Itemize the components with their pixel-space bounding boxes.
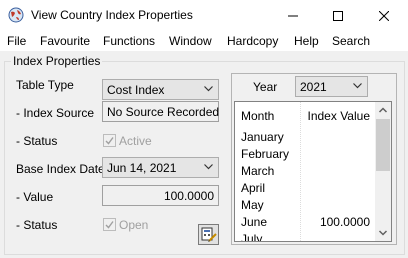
maximize-icon bbox=[333, 10, 343, 21]
globe-icon[interactable] bbox=[8, 7, 24, 23]
grid-header-row: Month Index Value bbox=[235, 107, 374, 124]
year-value: 2021 bbox=[300, 80, 327, 94]
active-checkbox[interactable] bbox=[103, 134, 116, 147]
active-checkbox-label: Active bbox=[119, 134, 152, 148]
menu-hardcopy[interactable]: Hardcopy bbox=[227, 34, 278, 48]
table-row[interactable]: July bbox=[235, 230, 374, 242]
checkmark-icon bbox=[105, 221, 114, 229]
table-row[interactable]: March bbox=[235, 162, 374, 179]
month-column-header: Month bbox=[241, 109, 275, 123]
menu-functions[interactable]: Functions bbox=[103, 34, 155, 48]
open-checkbox[interactable] bbox=[103, 218, 116, 231]
base-index-date-label: Base Index Date bbox=[16, 162, 105, 176]
table-row[interactable]: May bbox=[235, 196, 374, 213]
table-row[interactable]: February bbox=[235, 145, 374, 162]
table-row[interactable]: January bbox=[235, 128, 374, 145]
chevron-down-icon bbox=[353, 83, 362, 89]
edit-calculator-icon bbox=[201, 227, 217, 242]
maximize-button[interactable] bbox=[315, 0, 361, 31]
menu-window[interactable]: Window bbox=[169, 34, 212, 48]
month-cell: June bbox=[241, 215, 268, 229]
edit-button[interactable] bbox=[198, 224, 219, 245]
month-cell: May bbox=[241, 198, 264, 212]
window-title: View Country Index Properties bbox=[31, 8, 193, 22]
base-index-date-value: Jun 14, 2021 bbox=[107, 161, 177, 175]
minimize-button[interactable] bbox=[270, 0, 316, 31]
close-icon bbox=[379, 10, 389, 21]
index-value-cell[interactable]: 100.0000 bbox=[320, 215, 370, 229]
minimize-icon bbox=[288, 15, 298, 16]
month-cell: January bbox=[241, 130, 284, 144]
scroll-down-arrow-icon[interactable] bbox=[375, 225, 391, 241]
table-row[interactable]: April bbox=[235, 179, 374, 196]
open-checkbox-label: Open bbox=[119, 218, 149, 232]
scroll-thumb[interactable] bbox=[376, 119, 390, 171]
chevron-down-icon bbox=[204, 164, 213, 170]
status-label-2: - Status bbox=[16, 218, 58, 232]
menu-search[interactable]: Search bbox=[332, 34, 370, 48]
value-field[interactable]: 100.0000 bbox=[102, 185, 219, 206]
year-label: Year bbox=[253, 80, 278, 94]
table-type-dropdown[interactable]: Cost Index bbox=[102, 79, 219, 100]
chevron-down-icon bbox=[204, 86, 213, 92]
index-source-value: No Source Recorded bbox=[107, 105, 220, 119]
menu-favourite[interactable]: Favourite bbox=[40, 34, 90, 48]
month-cell: July bbox=[241, 232, 263, 242]
year-dropdown[interactable]: 2021 bbox=[295, 76, 368, 97]
value-label: - Value bbox=[16, 190, 54, 204]
index-source-field[interactable]: No Source Recorded bbox=[102, 101, 219, 122]
status-label: - Status bbox=[16, 134, 58, 148]
month-cell: March bbox=[241, 164, 275, 178]
table-row[interactable]: June 100.0000 bbox=[235, 213, 374, 230]
table-type-value: Cost Index bbox=[107, 83, 165, 97]
month-cell: February bbox=[241, 147, 290, 161]
scroll-up-arrow-icon[interactable] bbox=[375, 102, 391, 118]
index-value-column-header: Index Value bbox=[307, 109, 371, 123]
menu-file[interactable]: File bbox=[7, 34, 26, 48]
base-index-date-dropdown[interactable]: Jun 14, 2021 bbox=[102, 157, 219, 178]
group-title: Index Properties bbox=[11, 54, 103, 68]
value-field-value: 100.0000 bbox=[163, 189, 214, 203]
checkmark-icon bbox=[105, 137, 114, 145]
index-source-label: - Index Source bbox=[16, 106, 95, 120]
table-type-label: Table Type bbox=[16, 78, 74, 92]
month-cell: April bbox=[241, 181, 266, 195]
grid-scrollbar[interactable] bbox=[375, 102, 391, 241]
menu-help[interactable]: Help bbox=[294, 34, 319, 48]
close-button[interactable] bbox=[361, 0, 407, 31]
index-value-grid[interactable]: Month Index Value January February March… bbox=[234, 101, 392, 242]
